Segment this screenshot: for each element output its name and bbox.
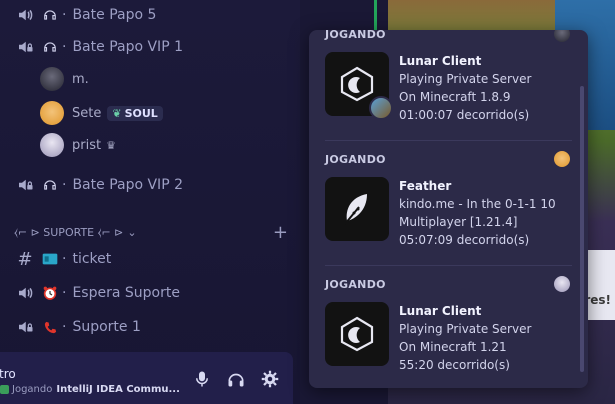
minecraft-icon [369, 96, 393, 120]
channel-sidebar: · Bate Papo 5 · Bate Papo VIP 1 m. Sete … [0, 0, 300, 404]
user-panel: tro Jogando IntelliJ IDEA Commu... [0, 352, 293, 404]
lunar-client-icon [325, 52, 393, 120]
voice-channel-bate-papo-5[interactable]: · Bate Papo 5 [0, 0, 156, 30]
category-label: ⧼⌐ ⊳ SUPORTE ⧼⌐ ⊳ [14, 225, 124, 239]
status-game: IntelliJ IDEA Commu... [56, 384, 180, 395]
separator-dot: · [62, 319, 67, 335]
activity-heading: JOGANDO [325, 30, 386, 41]
voice-channel-bate-papo-vip-2[interactable]: · Bate Papo VIP 2 [0, 170, 183, 200]
activity-card[interactable]: JOGANDO Lunar Client Playing Private Ser… [325, 30, 570, 124]
activity-app-name: Lunar Client [399, 54, 482, 68]
headset-icon [42, 177, 58, 193]
user-avatar [554, 276, 570, 292]
separator-dot: · [62, 285, 67, 301]
scrollbar[interactable] [580, 86, 584, 372]
avatar [40, 133, 64, 157]
chevron-down-icon: ⌄ [127, 226, 137, 239]
telephone-icon [42, 319, 58, 335]
hashtag-icon: # [17, 248, 33, 270]
voice-channel-espera-suporte[interactable]: · Espera Suporte [0, 278, 180, 308]
crown-icon: ♛ [106, 138, 116, 152]
activity-details: Playing Private Server [399, 72, 532, 86]
activity-app-name: Lunar Client [399, 304, 482, 318]
channel-label: Bate Papo 5 [72, 7, 157, 23]
lunar-client-icon [325, 302, 389, 366]
voice-user-sete[interactable]: Sete ❦ SOUL [40, 98, 163, 128]
speaker-locked-icon [14, 174, 36, 196]
activity-elapsed: 05:07:09 decorrido(s) [399, 233, 530, 247]
avatar [40, 101, 64, 125]
speaker-icon [14, 4, 36, 26]
voice-user-prist[interactable]: prist ♛ [40, 130, 116, 160]
guild-tag-badge: ❦ SOUL [107, 105, 163, 121]
headset-icon [42, 39, 58, 55]
game-icon [0, 385, 9, 394]
user-name: Sete [72, 105, 102, 121]
speaking-indicator [374, 0, 377, 30]
divider [325, 140, 572, 141]
activity-heading: JOGANDO [325, 153, 386, 166]
activity-elapsed: 01:00:07 decorrido(s) [399, 108, 530, 122]
activity-state: On Minecraft 1.21 [399, 340, 507, 354]
headset-icon [42, 7, 58, 23]
text-channel-ticket[interactable]: # · ticket [0, 244, 111, 274]
channel-label: Espera Suporte [72, 285, 180, 301]
separator-dot: · [62, 251, 67, 267]
alarm-clock-icon [42, 285, 58, 301]
leaf-icon: ❦ [112, 106, 122, 120]
activity-elapsed: 55:20 decorrido(s) [399, 358, 510, 372]
ticket-icon [42, 251, 58, 267]
separator-dot: · [62, 7, 67, 23]
avatar [40, 67, 64, 91]
activity-details: kindo.me - In the 0-1-1 10 [399, 197, 556, 211]
status-prefix: Jogando [12, 384, 53, 395]
activity-state: On Minecraft 1.8.9 [399, 90, 511, 104]
activity-card[interactable]: JOGANDO Lunar Client Playing Private Ser… [325, 276, 570, 374]
user-avatar [554, 151, 570, 167]
activity-popout: JOGANDO Lunar Client Playing Private Ser… [309, 30, 588, 388]
add-channel-button[interactable]: + [273, 222, 288, 243]
speaker-locked-icon [14, 316, 36, 338]
feather-icon [325, 177, 389, 241]
category-suporte[interactable]: ⧼⌐ ⊳ SUPORTE ⧼⌐ ⊳ ⌄ + [14, 222, 288, 243]
user-activity-status: Jogando IntelliJ IDEA Commu... [0, 384, 180, 395]
channel-label: Bate Papo VIP 1 [72, 39, 183, 55]
separator-dot: · [62, 177, 67, 193]
user-name: prist [72, 137, 102, 153]
microphone-icon[interactable] [193, 370, 211, 392]
activity-app-name: Feather [399, 179, 452, 193]
activity-state: Multiplayer [1.21.4] [399, 215, 518, 229]
voice-user-m[interactable]: m. [40, 64, 89, 94]
channel-label: Suporte 1 [72, 319, 141, 335]
user-display-name[interactable]: tro [0, 367, 16, 381]
headphones-icon[interactable] [227, 370, 245, 392]
badge-label: SOUL [124, 106, 158, 120]
separator-dot: · [62, 39, 67, 55]
divider [325, 265, 572, 266]
activity-card[interactable]: JOGANDO Feather kindo.me - In the 0-1-1 … [325, 151, 570, 249]
speaker-icon [14, 282, 36, 304]
speaker-locked-icon [14, 36, 36, 58]
voice-channel-bate-papo-vip-1[interactable]: · Bate Papo VIP 1 [0, 32, 183, 62]
activity-details: Playing Private Server [399, 322, 532, 336]
channel-label: Bate Papo VIP 2 [72, 177, 183, 193]
voice-controls [193, 370, 279, 392]
activity-heading: JOGANDO [325, 278, 386, 291]
gear-icon[interactable] [261, 370, 279, 392]
channel-label: ticket [72, 251, 112, 267]
voice-channel-suporte-1[interactable]: · Suporte 1 [0, 312, 141, 342]
user-name: m. [72, 71, 89, 87]
